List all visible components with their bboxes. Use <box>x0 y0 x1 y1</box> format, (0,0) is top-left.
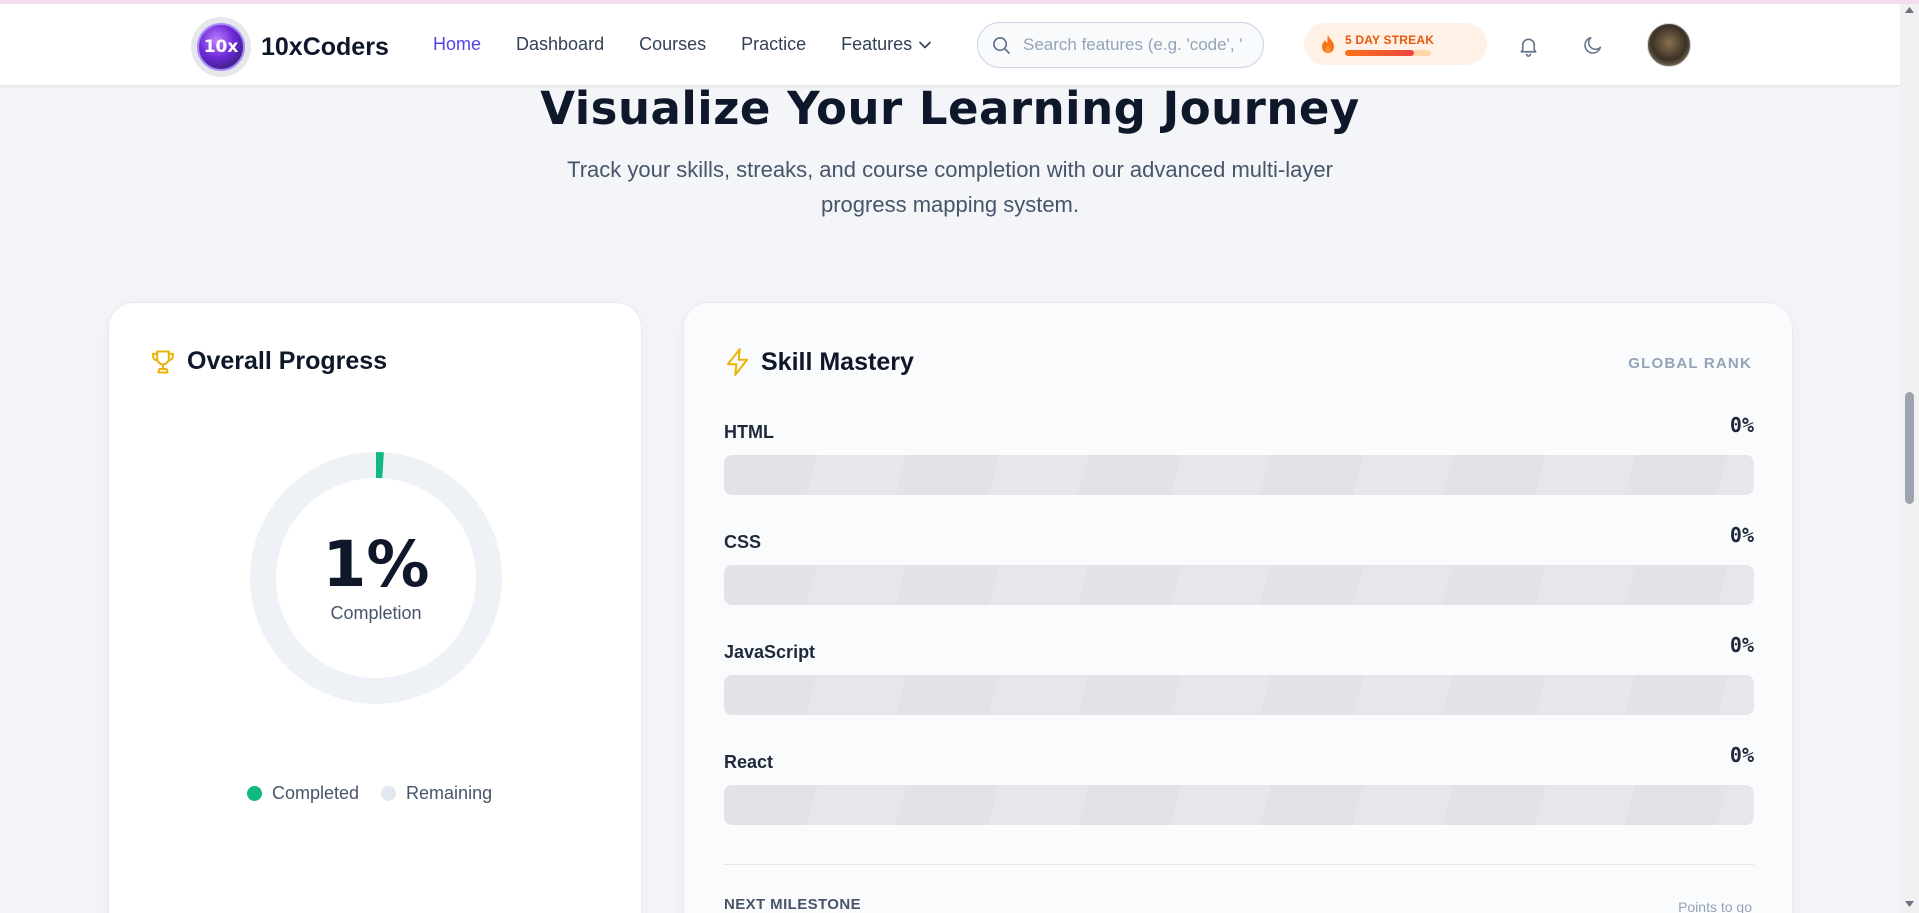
logo-badge: 10x <box>191 17 251 77</box>
legend-item-remaining: Remaining <box>381 783 492 804</box>
page-subtitle: Track your skills, streaks, and course c… <box>567 157 1333 217</box>
skill-progress-track <box>724 675 1754 715</box>
skill-name: React <box>724 752 774 772</box>
skill-percent: 0% <box>1729 413 1754 437</box>
skill-row-html: HTML 0% <box>724 413 1754 495</box>
search-icon <box>993 36 1010 54</box>
legend-label: Completed <box>272 783 360 803</box>
page-scrollbar[interactable] <box>1900 4 1919 913</box>
global-rank-label[interactable]: GLOBAL RANK <box>1628 355 1752 372</box>
page-title: Visualize Your Learning Journey <box>540 82 1360 135</box>
streak-label: 5 DAY STREAK <box>1345 32 1435 47</box>
next-milestone-label: NEXT MILESTONE <box>724 896 862 913</box>
nav-courses[interactable]: Courses <box>639 34 706 55</box>
moon-icon[interactable] <box>1582 34 1604 56</box>
skill-row-javascript: JavaScript 0% <box>724 633 1754 715</box>
scrollbar-thumb[interactable] <box>1905 392 1914 504</box>
chevron-down-icon <box>919 41 931 48</box>
search-input[interactable] <box>1023 35 1253 55</box>
streak-progress-bar <box>1345 49 1431 56</box>
skill-mastery-card: Skill Mastery GLOBAL RANK HTML 0% CSS 0%… <box>683 302 1793 913</box>
donut-legend: Completed Remaining <box>247 783 514 804</box>
nav-practice[interactable]: Practice <box>741 34 806 55</box>
divider <box>724 864 1754 865</box>
overall-progress-title: Overall Progress <box>187 347 388 375</box>
search-box[interactable] <box>977 22 1264 68</box>
logo-icon: 10x <box>197 23 245 71</box>
skill-row-react: React 0% <box>724 743 1754 825</box>
skill-name: CSS <box>724 532 762 552</box>
points-to-go-label: Points to go <box>1678 899 1752 913</box>
trophy-icon <box>152 350 174 373</box>
skill-name: HTML <box>724 422 774 442</box>
avatar[interactable] <box>1647 23 1691 67</box>
nav-features-label: Features <box>841 34 913 54</box>
legend-dot-completed <box>247 786 262 801</box>
completion-percent: 1% <box>322 528 430 601</box>
skill-row-css: CSS 0% <box>724 523 1754 605</box>
streak-progress-fill <box>1345 49 1414 56</box>
completion-label: Completion <box>330 603 422 623</box>
legend-item-completed: Completed <box>247 783 359 804</box>
skill-progress-track <box>724 455 1754 495</box>
legend-dot-remaining <box>381 786 397 801</box>
brand-logo-link[interactable]: 10x 10xCoders <box>191 17 389 77</box>
main-nav: Home Dashboard Courses Practice Features <box>433 34 966 55</box>
bell-icon[interactable] <box>1517 34 1540 58</box>
nav-home[interactable]: Home <box>433 34 481 55</box>
scroll-down-icon[interactable] <box>1904 900 1915 908</box>
skill-percent: 0% <box>1729 523 1754 547</box>
scroll-up-icon[interactable] <box>1904 6 1915 14</box>
skill-percent: 0% <box>1729 743 1754 767</box>
nav-features-dropdown[interactable]: Features <box>841 34 931 55</box>
skill-percent: 0% <box>1729 633 1754 657</box>
skill-mastery-title: Skill Mastery <box>761 347 914 376</box>
skill-name: JavaScript <box>724 642 816 662</box>
overall-progress-card: Overall Progress 1% Completion Completed… <box>108 302 642 913</box>
flame-icon <box>1322 35 1334 53</box>
skill-progress-track <box>724 565 1754 605</box>
streak-badge[interactable]: 5 DAY STREAK <box>1304 23 1487 65</box>
skill-progress-track <box>724 785 1754 825</box>
nav-dashboard[interactable]: Dashboard <box>516 34 604 55</box>
lightning-icon <box>726 348 749 376</box>
brand-name: 10xCoders <box>261 32 389 61</box>
legend-label: Remaining <box>406 783 493 803</box>
navbar: 10x 10xCoders Home Dashboard Courses Pra… <box>0 4 1900 86</box>
